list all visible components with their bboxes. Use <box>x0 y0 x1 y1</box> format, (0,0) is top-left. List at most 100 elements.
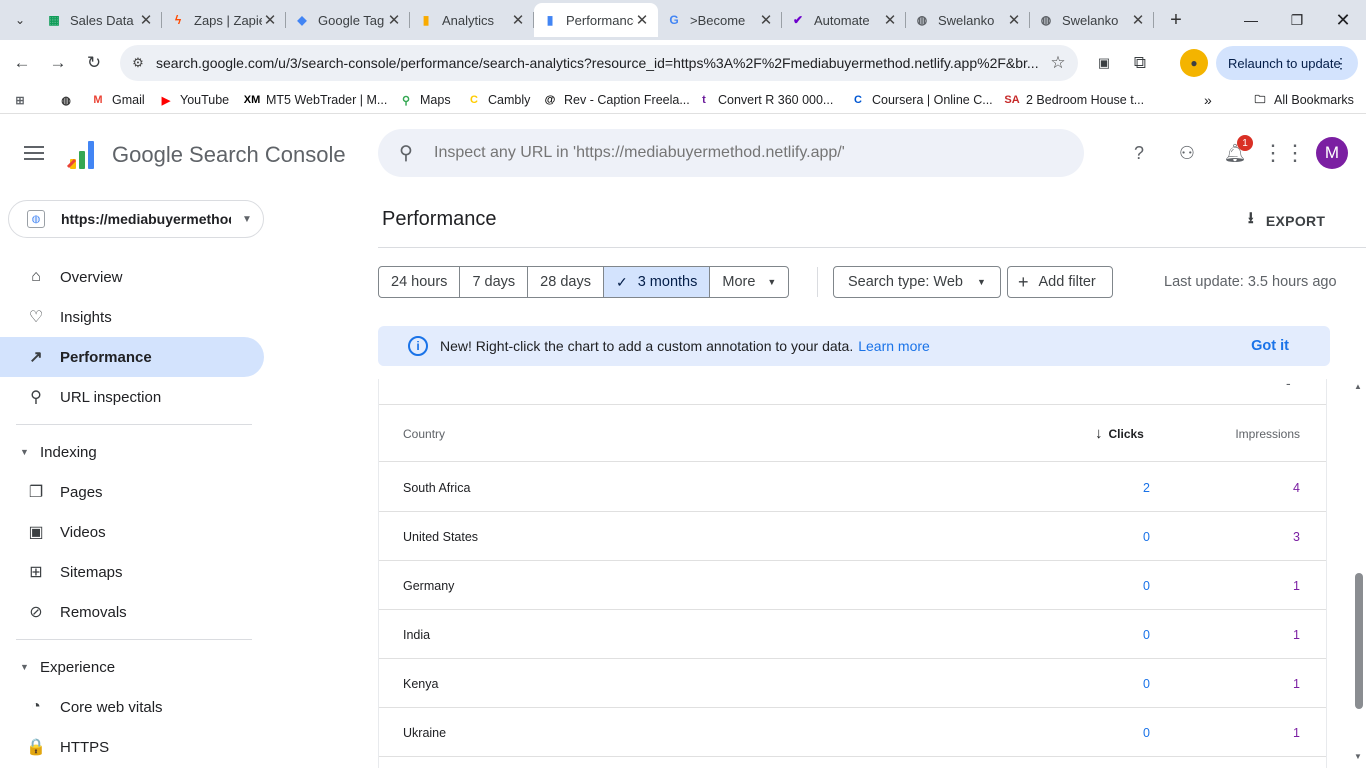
profile-avatar-icon[interactable]: ● <box>1180 49 1208 77</box>
close-tab-icon[interactable]: ✕ <box>882 11 898 29</box>
learn-more-link[interactable]: Learn more <box>858 338 930 354</box>
table-row[interactable]: Kenya 0 1 <box>379 659 1326 708</box>
relaunch-button[interactable]: Relaunch to update ⋮ <box>1216 46 1358 80</box>
account-avatar[interactable]: M <box>1316 137 1348 169</box>
close-tab-icon[interactable]: ✕ <box>758 11 774 29</box>
sidebar-item-videos[interactable]: ▣ Videos <box>0 512 264 552</box>
table-row[interactable]: South Africa 2 4 <box>379 463 1326 512</box>
hamburger-menu-icon[interactable] <box>22 141 46 165</box>
page-scrollbar[interactable]: ▲ ▼ <box>1352 380 1366 768</box>
minimize-icon[interactable]: — <box>1228 0 1274 40</box>
sidebar-item-https[interactable]: 🔒 HTTPS <box>0 727 264 767</box>
all-bookmarks-button[interactable]: 🗀 All Bookmarks <box>1252 86 1354 114</box>
bookmark-item[interactable]: ⚲ Maps <box>398 86 451 114</box>
sidebar-item-removals[interactable]: ⊘ Removals <box>0 592 264 632</box>
date-range-7-days[interactable]: 7 days <box>460 267 529 297</box>
browser-tab[interactable]: ◆ Google Tag ✕ <box>286 3 410 37</box>
site-settings-icon[interactable]: ⚙ <box>120 55 156 71</box>
impressions-cell: 3 <box>1293 530 1300 544</box>
bookmark-item[interactable]: C Cambly <box>466 86 530 114</box>
search-type-filter[interactable]: Search type: Web ▼ <box>833 266 1001 298</box>
browser-tab[interactable]: G >Become ✕ <box>658 3 782 37</box>
col-clicks[interactable]: ↓ Clicks <box>1095 425 1144 442</box>
browser-tab[interactable]: ▦ Sales Data ✕ <box>38 3 162 37</box>
close-tab-icon[interactable]: ✕ <box>1130 11 1146 29</box>
date-range-more[interactable]: More ▼ <box>710 267 788 297</box>
bookmark-item[interactable]: ◍ <box>58 86 80 114</box>
table-row[interactable]: Germany 0 1 <box>379 561 1326 610</box>
close-tab-icon[interactable]: ✕ <box>510 11 526 29</box>
reload-icon[interactable]: ↻ <box>80 49 108 77</box>
forward-arrow-icon[interactable]: → <box>44 49 72 77</box>
close-tab-icon[interactable]: ✕ <box>386 11 402 29</box>
sidebar-item-insights[interactable]: ♡ Insights <box>0 297 264 337</box>
bookmark-item[interactable]: M Gmail <box>90 86 144 114</box>
date-range-3-months[interactable]: ✓ 3 months <box>603 267 711 297</box>
add-filter-button[interactable]: + Add filter <box>1007 266 1113 298</box>
globe-icon: ◍ <box>61 94 71 107</box>
google-apps-icon[interactable]: ⋮⋮ <box>1262 137 1306 169</box>
url-inspect-search[interactable]: ⚲ <box>378 129 1084 177</box>
browser-tab[interactable]: ▮ Performance ✕ <box>534 3 658 37</box>
extensions-puzzle-icon[interactable]: ⧉ <box>1126 49 1154 77</box>
address-bar[interactable]: ⚙ search.google.com/u/3/search-console/p… <box>120 45 1078 81</box>
sidebar-section-indexing[interactable]: ▼ Indexing <box>0 432 264 472</box>
sidebar-item-core-web-vitals[interactable]: ◔ Core web vitals <box>0 687 264 727</box>
scrollbar-thumb[interactable] <box>1355 573 1363 709</box>
bookmark-item[interactable]: ▶ YouTube <box>158 86 229 114</box>
scroll-down-arrow-icon[interactable]: ▼ <box>1354 752 1362 761</box>
more-bookmarks-icon[interactable]: » <box>1204 86 1212 114</box>
tab-search-chevron-icon[interactable]: ⌄ <box>6 6 34 34</box>
export-button[interactable]: ⭳ EXPORT <box>1248 207 1325 234</box>
sidebar-item-sitemaps[interactable]: ⊞ Sitemaps <box>0 552 264 592</box>
table-row[interactable]: United States 0 3 <box>379 512 1326 561</box>
sidebar-section-experience[interactable]: ▼ Experience <box>0 647 264 687</box>
close-tab-icon[interactable]: ✕ <box>1006 11 1022 29</box>
close-window-icon[interactable]: ✕ <box>1320 0 1366 40</box>
url-text[interactable]: search.google.com/u/3/search-console/per… <box>156 55 1038 71</box>
bookmark-item[interactable]: t Convert R 360 000... <box>696 86 833 114</box>
rev-icon: @ <box>544 94 556 106</box>
url-inspect-input[interactable] <box>434 144 1084 162</box>
close-tab-icon[interactable]: ✕ <box>634 11 650 29</box>
tab-title: Zaps | Zapier <box>194 12 262 28</box>
export-label: EXPORT <box>1265 212 1326 229</box>
sort-down-arrow-icon: ↓ <box>1095 425 1103 442</box>
date-range-24-hours[interactable]: 24 hours <box>379 267 461 297</box>
close-tab-icon[interactable]: ✕ <box>262 11 278 29</box>
browser-tab[interactable]: ◍ Swelanko ✕ <box>1030 3 1154 37</box>
browser-tab[interactable]: ▮ Analytics ✕ <box>410 3 534 37</box>
apps-grid-icon[interactable]: ⊞ <box>12 86 34 114</box>
extension-icon[interactable]: ▣ <box>1090 49 1118 77</box>
sidebar-item-url-inspection[interactable]: ⚲ URL inspection <box>0 377 264 417</box>
date-range-28-days[interactable]: 28 days <box>528 267 604 297</box>
notifications-bell-icon[interactable]: 🔔︎ 1 <box>1219 135 1253 169</box>
bookmark-item[interactable]: SA 2 Bedroom House t... <box>1004 86 1144 114</box>
col-impressions[interactable]: Impressions <box>1235 427 1300 441</box>
browser-tab[interactable]: ✔ Automate ✕ <box>782 3 906 37</box>
restore-icon[interactable]: ❐ <box>1274 0 1320 40</box>
bookmark-item[interactable]: @ Rev - Caption Freela... <box>542 86 690 114</box>
browser-tab[interactable]: ◍ Swelanko ✕ <box>906 3 1030 37</box>
new-tab-icon[interactable]: + <box>1162 6 1190 34</box>
help-icon[interactable]: ? <box>1123 137 1155 169</box>
table-row[interactable]: Ukraine 0 1 <box>379 708 1326 757</box>
sidebar-item-overview[interactable]: ⌂ Overview <box>0 257 264 297</box>
sidebar-item-performance[interactable]: ↗ Performance <box>0 337 264 377</box>
browser-tab[interactable]: ϟ Zaps | Zapier✕ <box>162 3 286 37</box>
got-it-button[interactable]: Got it <box>1251 338 1289 354</box>
scroll-up-arrow-icon[interactable]: ▲ <box>1354 382 1362 391</box>
col-country[interactable]: Country <box>403 427 445 441</box>
back-arrow-icon[interactable]: ← <box>8 49 36 77</box>
close-tab-icon[interactable]: ✕ <box>138 11 154 29</box>
manage-users-icon[interactable]: ⚇ <box>1171 137 1203 169</box>
sidebar-item-label: Performance <box>60 348 152 366</box>
search-type-label: Search type: Web <box>848 274 963 290</box>
bookmark-item[interactable]: XM MT5 WebTrader | M... <box>244 86 388 114</box>
date-range-label: 28 days <box>540 274 591 290</box>
table-row[interactable]: India 0 1 <box>379 610 1326 659</box>
bookmark-star-icon[interactable]: ☆ <box>1038 53 1078 73</box>
property-selector[interactable]: ◍ https://mediabuyermethod.netlify.app/ … <box>8 200 264 238</box>
bookmark-item[interactable]: C Coursera | Online C... <box>850 86 993 114</box>
sidebar-item-pages[interactable]: ❐ Pages <box>0 472 264 512</box>
